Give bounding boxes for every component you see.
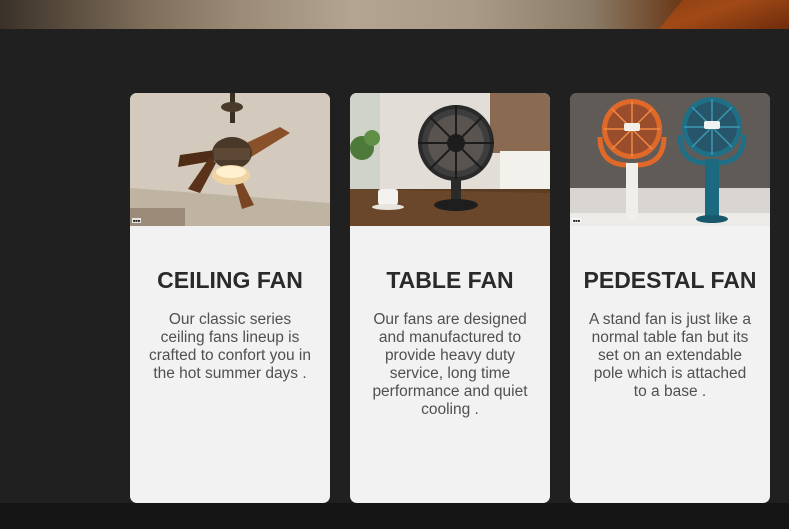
product-title: TABLE FAN: [386, 267, 514, 293]
table-fan-icon: [350, 93, 550, 226]
product-description: A stand fan is just like a normal table …: [589, 311, 751, 400]
product-title: CEILING FAN: [157, 267, 303, 293]
image-watermark: ■■■: [572, 218, 582, 223]
pedestal-fan-image: ■■■: [570, 93, 770, 226]
product-title: PEDESTAL FAN: [583, 267, 757, 293]
footer-bar: [0, 503, 789, 529]
hero-image-strip: [0, 0, 789, 29]
table-fan-image: [350, 93, 550, 226]
wood-plank-decor: [659, 0, 789, 29]
image-watermark: ■■■: [132, 218, 142, 223]
product-card-ceiling-fan[interactable]: ■■■ CEILING FAN Our classic series ceili…: [130, 93, 330, 503]
ceiling-fan-icon: [130, 93, 330, 226]
product-description: Our classic series ceiling fans lineup i…: [149, 311, 311, 382]
product-card-pedestal-fan[interactable]: ■■■ PEDESTAL FAN A stand fan is just lik…: [570, 93, 770, 503]
product-card-table-fan[interactable]: TABLE FAN Our fans are designed and manu…: [350, 93, 550, 503]
pedestal-fan-icon: [570, 93, 770, 226]
ceiling-fan-image: ■■■: [130, 93, 330, 226]
product-description: Our fans are designed and manufactured t…: [372, 311, 528, 418]
